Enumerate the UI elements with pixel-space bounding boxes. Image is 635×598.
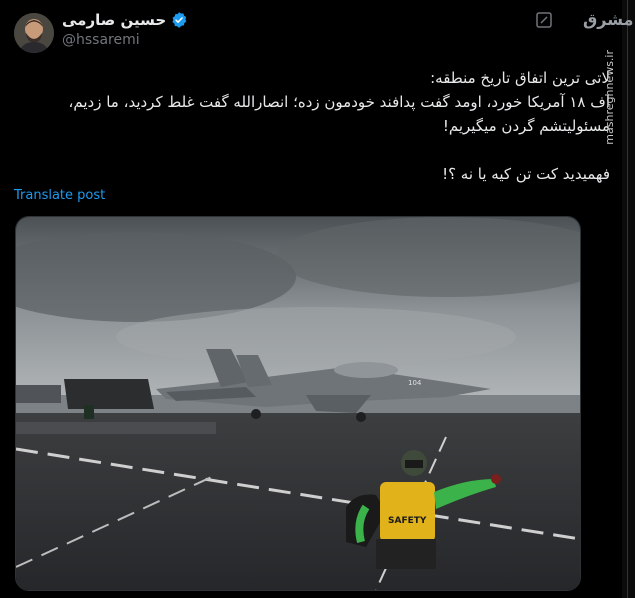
sidebar-divider bbox=[627, 0, 628, 598]
tweet-card: حسین صارمی @hssaremi لاتی ترین اتفاق تار… bbox=[0, 0, 622, 598]
vest-text: SAFETY bbox=[388, 516, 427, 526]
aircraft-number: 104 bbox=[408, 379, 422, 387]
right-sidebar-strip bbox=[622, 0, 635, 598]
author-name[interactable]: حسین صارمی bbox=[62, 11, 166, 29]
tweet-media-photo[interactable]: 104 SAFETY bbox=[15, 216, 581, 591]
avatar-photo-icon bbox=[14, 13, 54, 53]
mashregh-watermark: مشرق mashreghnews.ir bbox=[583, 10, 634, 210]
tweet-text: لاتی ترین اتفاق تاریخ منطقه: اف ۱۸ آمریک… bbox=[68, 69, 610, 183]
watermark-site: mashreghnews.ir bbox=[603, 50, 616, 145]
fighter-jet-carrier-photo: 104 SAFETY bbox=[16, 217, 580, 590]
translate-post-link[interactable]: Translate post bbox=[14, 188, 105, 203]
mashregh-logo: مشرق bbox=[583, 10, 634, 29]
grok-icon[interactable] bbox=[536, 12, 552, 28]
verified-badge-icon bbox=[172, 12, 187, 28]
author-avatar[interactable] bbox=[14, 13, 54, 53]
author-name-row: حسین صارمی bbox=[62, 10, 188, 30]
author-handle[interactable]: @hssaremi bbox=[62, 32, 140, 48]
